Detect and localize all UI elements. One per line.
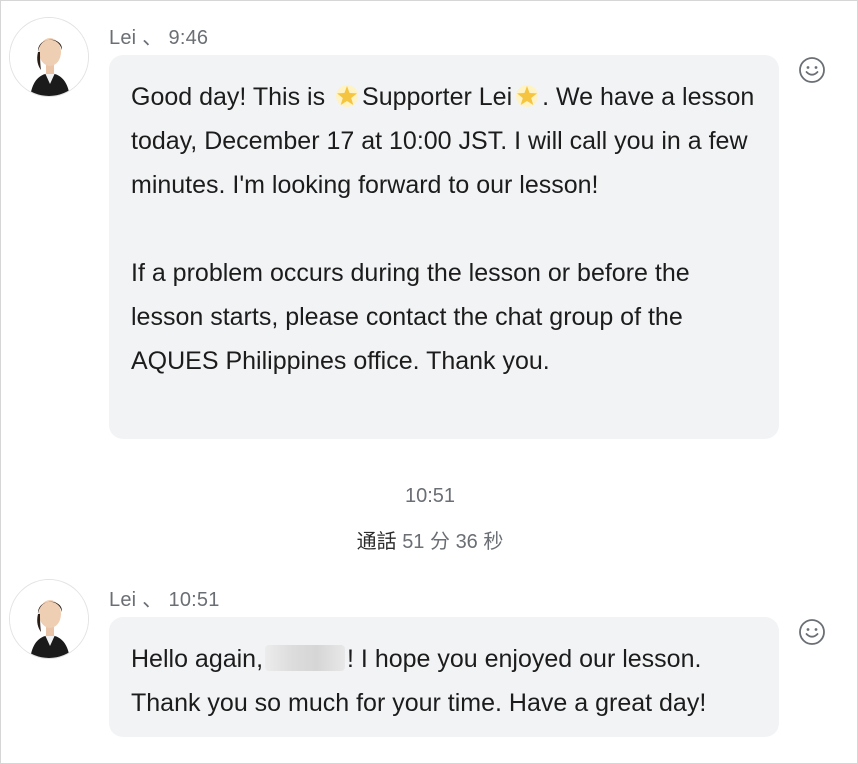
smiley-reaction-icon[interactable] [798,618,826,646]
message-bubble[interactable]: Hello again,! I hope you enjoyed our les… [109,617,779,737]
message-text: Supporter Lei [362,83,513,111]
message-meta: Lei、 9:46 [109,21,208,50]
call-minutes-unit: 分 [430,531,450,553]
message-text: Hello again, [131,645,264,673]
smiley-reaction-icon[interactable] [798,56,826,84]
message-paragraph: Good day! This is Supporter Lei. We have… [131,75,757,207]
message-paragraph: Hello again,! I hope you enjoyed our les… [131,637,757,725]
message-time: 10:51 [168,589,220,611]
avatar[interactable] [9,579,89,659]
meta-separator: 、 [142,27,163,49]
call-timestamp: 10:51 [404,485,456,507]
message-paragraph: If a problem occurs during the lesson or… [131,259,690,375]
star-emoji-icon [334,83,360,109]
call-minutes: 51 [402,531,425,553]
message-text: Good day! This is [131,83,333,111]
sender-name: Lei [109,27,137,49]
message-time: 9:46 [168,27,209,49]
message-meta: Lei、 10:51 [109,583,220,612]
call-duration: 通話 51 分 36 秒 [1,525,858,554]
call-label: 通話 [356,531,397,553]
chat-window: Lei、 9:46 Good day! This is Supporter Lei… [0,0,858,764]
avatar[interactable] [9,17,89,97]
meta-separator: 、 [142,589,163,611]
redacted-name [265,645,346,671]
sender-name: Lei [109,589,137,611]
call-seconds: 36 [455,531,478,553]
star-emoji-icon [514,83,540,109]
call-seconds-unit: 秒 [483,531,504,553]
message-bubble[interactable]: Good day! This is Supporter Lei. We have… [109,55,779,439]
